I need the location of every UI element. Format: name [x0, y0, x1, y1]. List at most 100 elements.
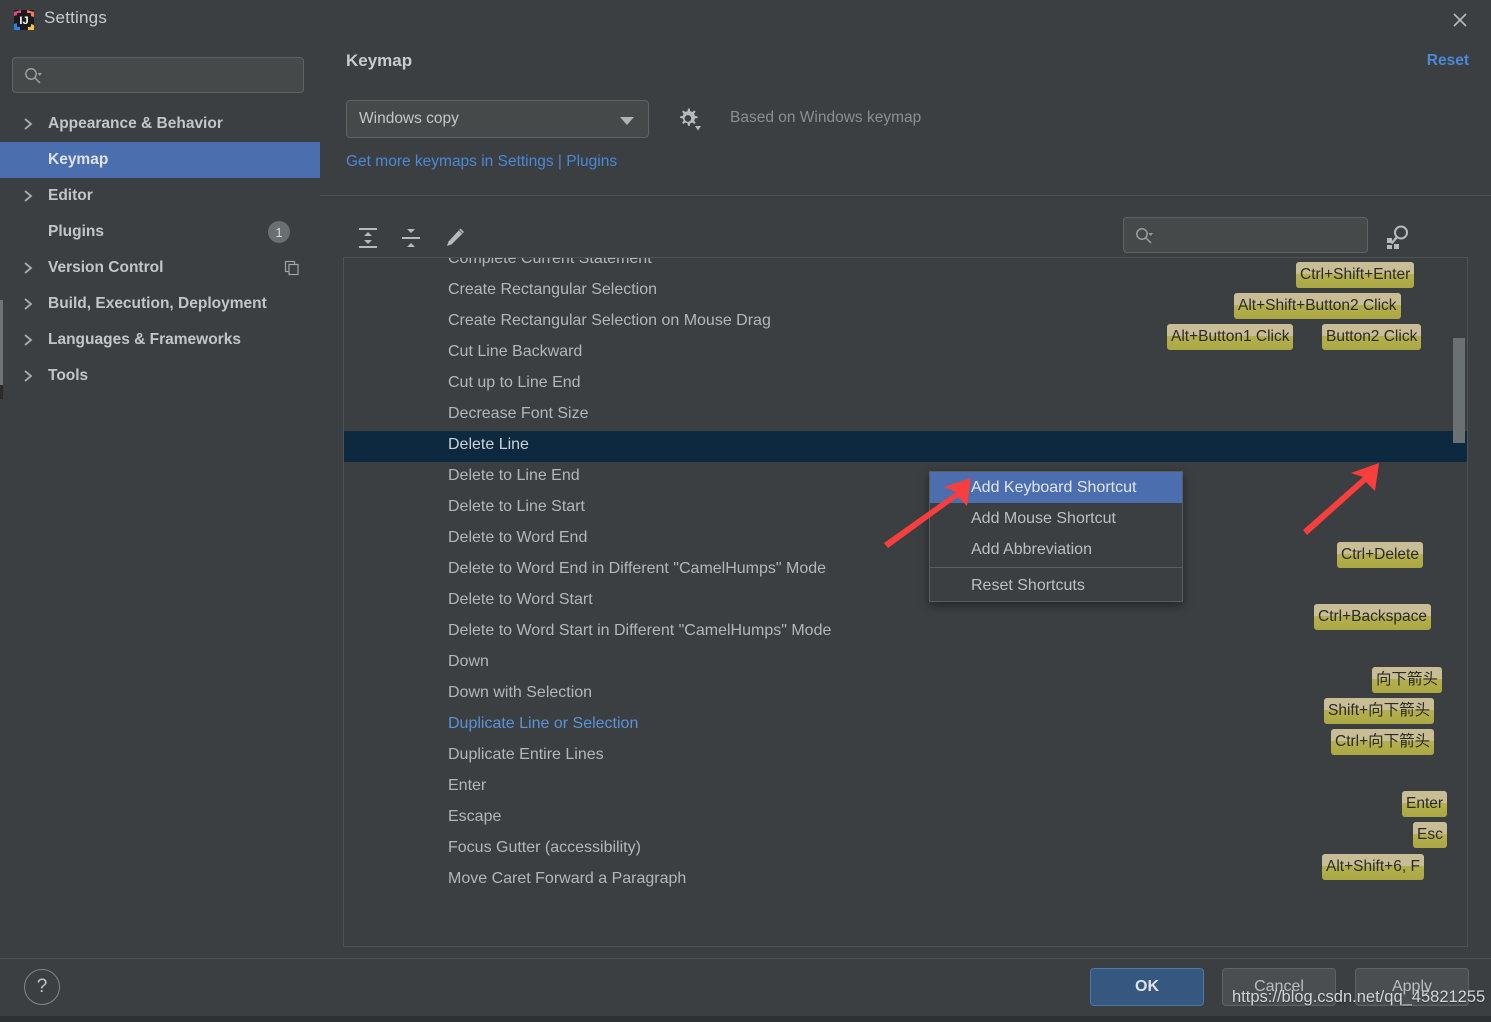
- action-row[interactable]: Delete to Word Start in Different "Camel…: [344, 617, 1467, 648]
- chevron-right-icon: [22, 189, 34, 203]
- settings-search-input[interactable]: [49, 58, 299, 94]
- keymap-search-box[interactable]: [1123, 217, 1368, 254]
- shortcut-badge[interactable]: Alt+Shift+6, F: [1322, 854, 1424, 880]
- action-name: Delete to Line Start: [448, 498, 585, 515]
- keymap-select[interactable]: Windows copy: [346, 100, 649, 138]
- action-row[interactable]: Down with Selection: [344, 679, 1467, 710]
- action-row[interactable]: Delete to Line Start: [344, 493, 1467, 524]
- find-by-shortcut-icon[interactable]: [1382, 220, 1414, 252]
- intellij-idea-logo-icon: IJ: [13, 9, 35, 31]
- action-name: Delete to Word End in Different "CamelHu…: [448, 560, 827, 577]
- action-name: Decrease Font Size: [448, 405, 589, 422]
- list-scrollbar[interactable]: [1453, 338, 1465, 443]
- sidebar-item-label: Build, Execution, Deployment: [48, 295, 267, 312]
- chevron-right-icon: [22, 261, 34, 275]
- shortcut-badge[interactable]: Shift+向下箭头: [1324, 698, 1435, 724]
- action-row[interactable]: Decrease Font Size: [344, 400, 1467, 431]
- sidebar-item-appearance-behavior[interactable]: Appearance & Behavior: [0, 106, 320, 142]
- page-title: Keymap: [346, 51, 413, 70]
- sidebar-item-label: Plugins: [48, 223, 104, 240]
- chevron-down-icon: [620, 117, 634, 125]
- settings-window: IJ Settings Appearance & Behavior Keymap…: [0, 0, 1491, 1022]
- context-menu-item-add-keyboard-shortcut[interactable]: Add Keyboard Shortcut: [930, 472, 1182, 503]
- context-menu-item-label: Add Abbreviation: [971, 540, 1092, 558]
- action-name: Enter: [448, 777, 487, 794]
- shortcut-badge[interactable]: Button2 Click: [1322, 324, 1422, 350]
- chevron-right-icon: [22, 333, 34, 347]
- sidebar-item-languages-frameworks[interactable]: Languages & Frameworks: [0, 322, 320, 358]
- shortcut-badge[interactable]: 向下箭头: [1372, 667, 1443, 693]
- action-row[interactable]: Delete to Line End: [344, 462, 1467, 493]
- collapse-all-icon[interactable]: [396, 223, 426, 253]
- shortcut-badge[interactable]: Alt+Shift+Button2 Click: [1234, 293, 1401, 319]
- chevron-right-icon: [22, 369, 34, 383]
- action-row[interactable]: Escape: [344, 803, 1467, 834]
- plugins-update-badge: 1: [268, 221, 290, 243]
- action-name: Down with Selection: [448, 684, 593, 701]
- keymap-search-input[interactable]: [1160, 218, 1364, 254]
- shortcut-badge[interactable]: Ctrl+向下箭头: [1331, 729, 1435, 755]
- sidebar-item-version-control[interactable]: Version Control: [0, 250, 320, 286]
- action-row[interactable]: Delete to Word End in Different "CamelHu…: [344, 555, 1467, 586]
- gear-icon[interactable]: [672, 103, 704, 135]
- action-row[interactable]: Delete to Word End: [344, 524, 1467, 555]
- shortcut-badge[interactable]: Ctrl+Shift+Enter: [1296, 262, 1415, 288]
- action-name: Delete to Line End: [448, 467, 580, 484]
- context-menu-item-label: Add Mouse Shortcut: [971, 509, 1116, 527]
- settings-search-box[interactable]: [12, 57, 304, 94]
- action-name: Delete Line: [448, 436, 529, 453]
- get-more-keymaps-link[interactable]: Get more keymaps in Settings | Plugins: [346, 153, 617, 171]
- svg-text:IJ: IJ: [19, 15, 28, 27]
- action-row[interactable]: Cut Line Backward: [344, 338, 1467, 369]
- action-name: Move Caret Forward a Paragraph: [448, 870, 687, 887]
- expand-all-icon[interactable]: [353, 223, 383, 253]
- context-menu-item-label: Reset Shortcuts: [971, 576, 1085, 594]
- action-name: Down: [448, 653, 489, 670]
- action-row[interactable]: Focus Gutter (accessibility): [344, 834, 1467, 865]
- action-row[interactable]: Enter: [344, 772, 1467, 803]
- sidebar-item-label: Keymap: [48, 151, 109, 168]
- sidebar-item-plugins[interactable]: Plugins 1: [0, 214, 320, 250]
- action-row[interactable]: Duplicate Line or Selection: [344, 710, 1467, 741]
- action-row[interactable]: Delete Line: [344, 431, 1467, 462]
- action-name: Focus Gutter (accessibility): [448, 839, 641, 856]
- keymap-based-on-label: Based on Windows keymap: [730, 109, 922, 126]
- action-name: Create Rectangular Selection on Mouse Dr…: [448, 312, 771, 329]
- chevron-right-icon: [22, 117, 34, 131]
- action-name: Create Rectangular Selection: [448, 281, 658, 298]
- keymap-select-value: Windows copy: [359, 110, 459, 127]
- context-menu-item-add-abbreviation[interactable]: Add Abbreviation: [930, 534, 1182, 565]
- help-button[interactable]: ?: [24, 969, 60, 1005]
- shortcut-badge[interactable]: Ctrl+Delete: [1337, 542, 1423, 568]
- copy-icon[interactable]: [284, 260, 300, 281]
- edit-pencil-icon[interactable]: [440, 223, 470, 253]
- action-name: Complete Current Statement: [448, 257, 652, 267]
- keymap-action-list[interactable]: Complete Current Statement Create Rectang…: [343, 257, 1468, 947]
- shortcut-badge[interactable]: Enter: [1402, 791, 1448, 817]
- search-icon: [23, 66, 43, 91]
- shortcut-badge[interactable]: Ctrl+Backspace: [1314, 604, 1431, 630]
- context-menu-item-add-mouse-shortcut[interactable]: Add Mouse Shortcut: [930, 503, 1182, 534]
- sidebar-item-editor[interactable]: Editor: [0, 178, 320, 214]
- action-row[interactable]: Down: [344, 648, 1467, 679]
- action-name: Delete to Word Start: [448, 591, 593, 608]
- action-row[interactable]: Cut up to Line End: [344, 369, 1467, 400]
- action-row[interactable]: Move Caret Forward a Paragraph: [344, 865, 1467, 896]
- context-menu[interactable]: Add Keyboard Shortcut Add Mouse Shortcut…: [929, 471, 1183, 602]
- window-title: Settings: [44, 8, 108, 27]
- sidebar-item-label: Appearance & Behavior: [48, 115, 223, 132]
- shortcut-badge[interactable]: Esc: [1413, 822, 1447, 848]
- sidebar-item-keymap[interactable]: Keymap: [0, 142, 320, 178]
- shortcut-badge[interactable]: Alt+Button1 Click: [1167, 324, 1294, 350]
- sidebar-item-build-execution-deployment[interactable]: Build, Execution, Deployment: [0, 286, 320, 322]
- action-row[interactable]: Delete to Word Start: [344, 586, 1467, 617]
- sidebar-item-tools[interactable]: Tools: [0, 358, 320, 394]
- close-icon[interactable]: [1443, 4, 1477, 36]
- reset-link[interactable]: Reset: [1427, 52, 1469, 70]
- chevron-right-icon: [22, 297, 34, 311]
- action-row[interactable]: Duplicate Entire Lines: [344, 741, 1467, 772]
- ok-button[interactable]: OK: [1090, 968, 1204, 1006]
- settings-sidebar: Appearance & Behavior Keymap Editor Plug…: [0, 40, 320, 958]
- context-menu-item-label: Add Keyboard Shortcut: [971, 478, 1137, 496]
- context-menu-item-reset-shortcuts[interactable]: Reset Shortcuts: [930, 570, 1182, 601]
